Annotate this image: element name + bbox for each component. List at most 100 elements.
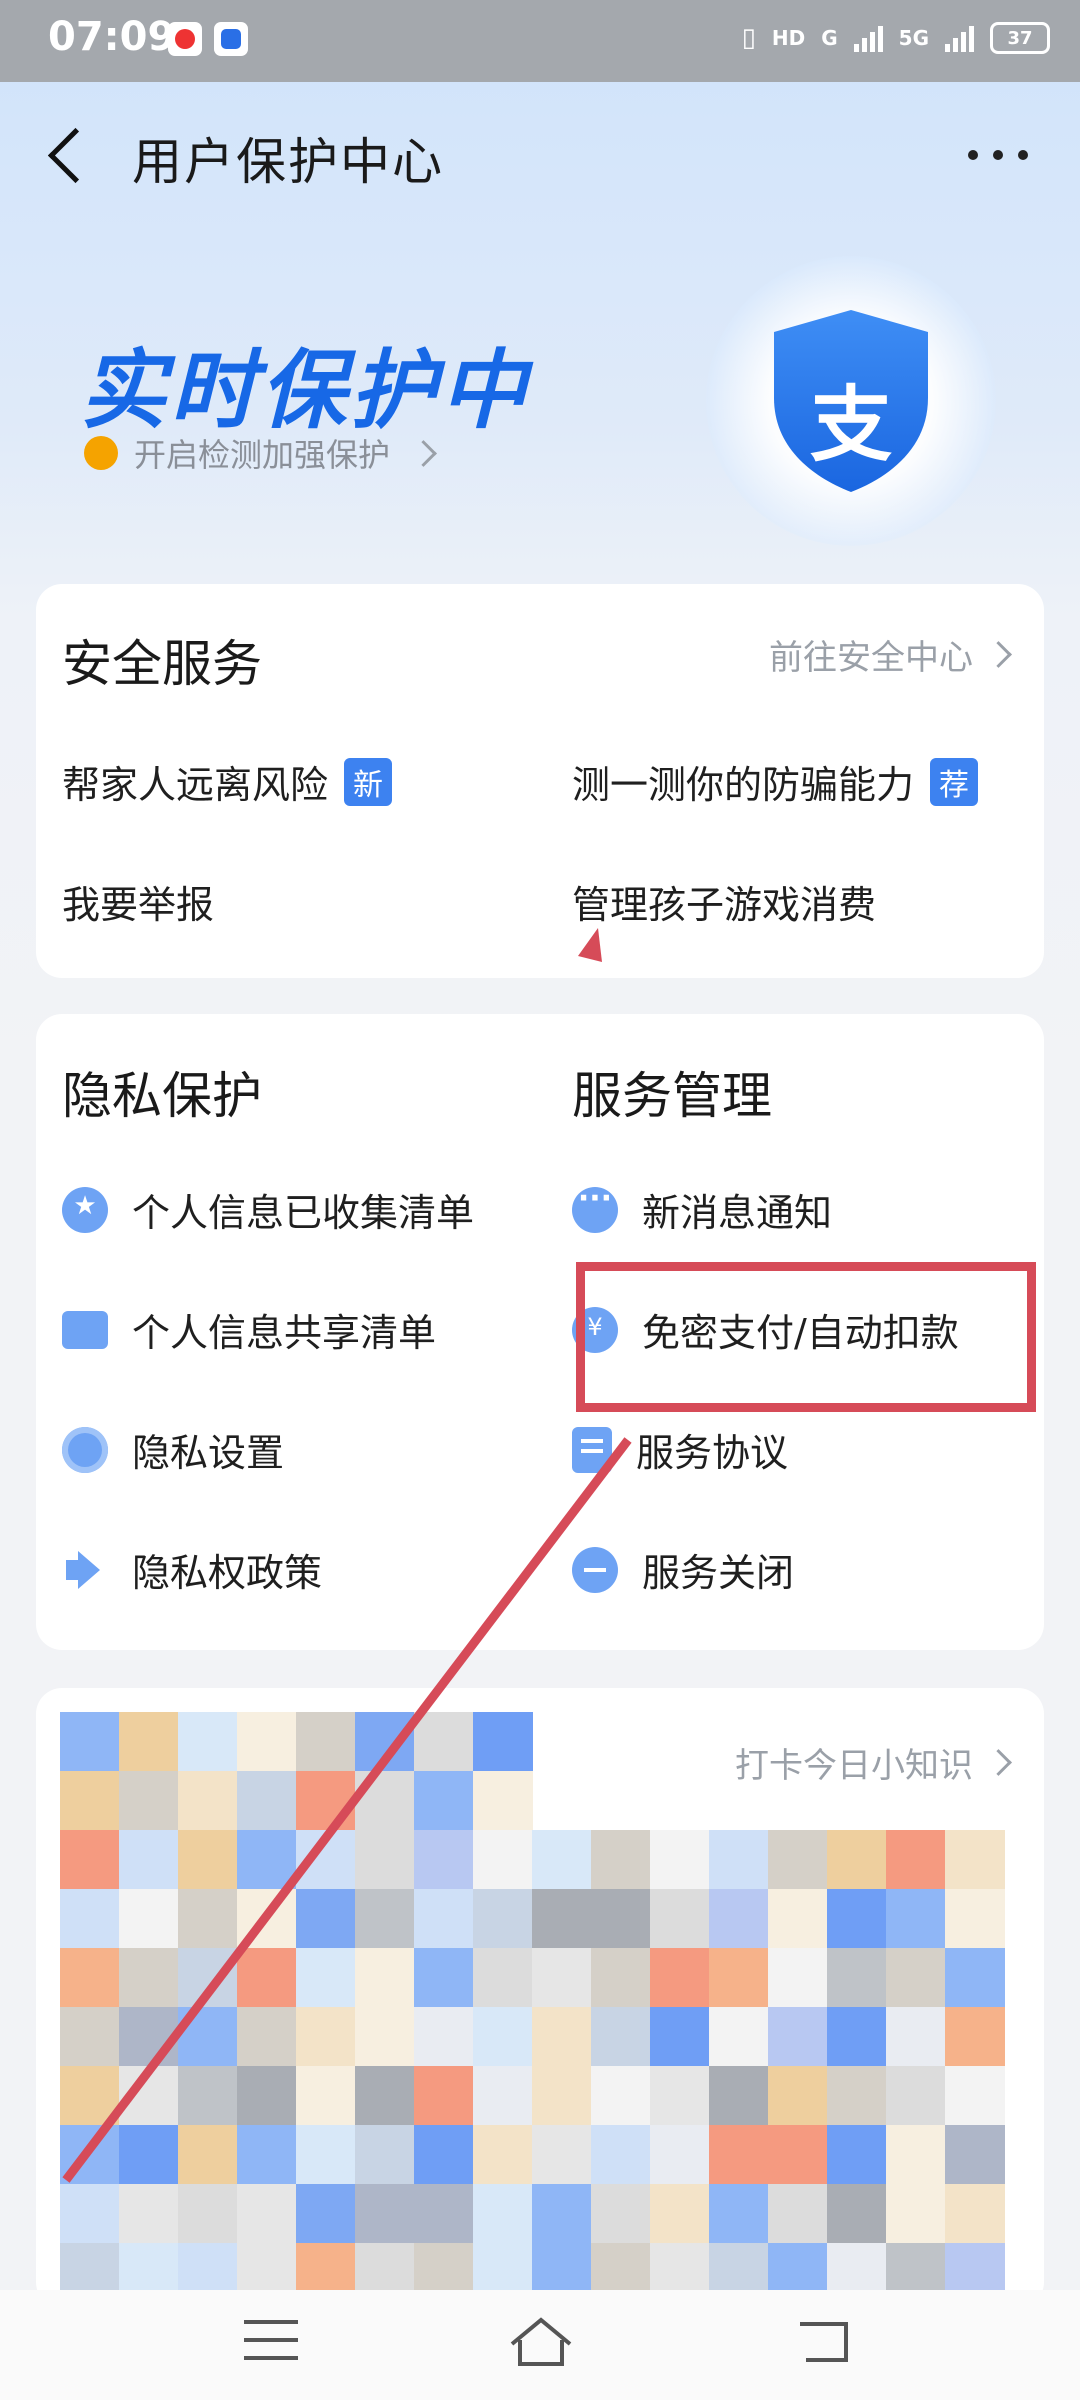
vibrate-icon: ▯: [741, 23, 756, 53]
blur-cell: [296, 1712, 356, 1772]
blur-cell: [827, 1889, 887, 1949]
protect-family-item[interactable]: 帮家人远离风险 新: [62, 754, 393, 809]
privacy-settings-item[interactable]: 隐私设置: [62, 1422, 284, 1477]
network-g-label: G: [821, 26, 838, 50]
blur-cell: [178, 1889, 238, 1949]
status-indicators: ▯ HD G 5G 37: [742, 22, 1050, 54]
blur-cell: [60, 2125, 120, 2185]
service-agreement-item[interactable]: 服务协议: [572, 1422, 788, 1477]
blur-cell: [355, 1889, 415, 1949]
blur-cell: [827, 2125, 887, 2185]
blur-cell: [237, 1830, 297, 1890]
annotation-highlight-box: [576, 1262, 1036, 1412]
back-nav-icon[interactable]: [796, 2320, 852, 2364]
blur-cell: [60, 2066, 120, 2126]
status-bar: 07:09 ▯ HD G 5G 37: [0, 0, 1080, 82]
report-item[interactable]: 我要举报: [62, 874, 214, 929]
blur-cell: [119, 1889, 179, 1949]
blur-cell: [650, 1830, 710, 1890]
chevron-right-icon: [985, 641, 1012, 668]
app-notification-icon: [168, 22, 202, 56]
chevron-right-icon: [410, 439, 437, 467]
message-notification-item[interactable]: 新消息通知: [572, 1181, 832, 1237]
blur-cell: [60, 1712, 120, 1772]
blur-cell: [296, 1771, 356, 1831]
blur-cell: [296, 2125, 356, 2185]
recommend-badge: 荐: [930, 757, 979, 806]
enable-detection-link[interactable]: 开启检测加强保护: [84, 430, 437, 476]
blur-cell: [591, 1830, 651, 1890]
blur-cell: [296, 1948, 356, 2008]
blur-cell: [119, 1712, 179, 1772]
blur-cell: [237, 1712, 297, 1772]
blur-cell: [178, 1948, 238, 2008]
blur-cell: [355, 2184, 415, 2244]
child-game-spend-label: 管理孩子游戏消费: [572, 883, 877, 927]
collected-info-list-label: 个人信息已收集清单: [132, 1191, 475, 1235]
blur-cell: [237, 1771, 297, 1831]
collected-info-list-item[interactable]: 个人信息已收集清单: [62, 1182, 474, 1237]
more-options-icon[interactable]: [968, 140, 1028, 170]
fraud-test-item[interactable]: 测一测你的防骗能力 荐: [572, 754, 979, 809]
chat-icon: [572, 1181, 618, 1233]
service-close-item[interactable]: 服务关闭: [572, 1542, 794, 1597]
blur-cell: [768, 1948, 828, 2008]
blur-cell: [591, 2125, 651, 2185]
blur-cell: [532, 1889, 592, 1949]
blur-cell: [414, 1889, 474, 1949]
privacy-policy-label: 隐私权政策: [132, 1551, 323, 1595]
blur-cell: [886, 1948, 946, 2008]
child-game-spend-item[interactable]: 管理孩子游戏消费: [572, 874, 876, 929]
blur-cell: [414, 2066, 474, 2126]
blur-cell: [178, 2007, 238, 2067]
blur-cell: [827, 2007, 887, 2067]
blur-cell: [355, 1712, 415, 1772]
blur-cell: [414, 2125, 474, 2185]
folder-icon: [62, 1310, 108, 1349]
report-label: 我要举报: [62, 883, 215, 927]
blur-cell: [119, 1948, 179, 2008]
blur-cell: [473, 1889, 533, 1949]
blur-cell: [709, 1948, 769, 2008]
blur-cell: [532, 1948, 592, 2008]
signal-icon: [853, 24, 883, 52]
blur-cell: [650, 2066, 710, 2126]
blur-cell: [886, 2007, 946, 2067]
blur-cell: [886, 2066, 946, 2126]
network-5g-label: 5G: [898, 26, 929, 50]
minus-icon: [572, 1546, 618, 1593]
blur-cell: [414, 1830, 474, 1890]
signal-icon: [945, 24, 974, 52]
privacy-policy-item[interactable]: 隐私权政策: [62, 1542, 322, 1597]
warning-dot-icon: [84, 436, 118, 470]
blur-cell: [237, 1948, 297, 2008]
system-nav-bar: [0, 2290, 1080, 2400]
blur-cell: [355, 1948, 415, 2008]
enable-detection-label: 开启检测加强保护: [134, 436, 391, 474]
blur-cell: [591, 1889, 651, 1949]
blur-cell: [60, 1771, 120, 1831]
blur-cell: [355, 1830, 415, 1890]
go-security-center-link[interactable]: 前往安全中心: [769, 630, 1012, 679]
blur-cell: [945, 2125, 1005, 2185]
back-button[interactable]: [44, 122, 94, 192]
gear-icon: [62, 1426, 108, 1473]
blur-cell: [650, 2125, 710, 2185]
blur-cell: [414, 2184, 474, 2244]
blur-cell: [237, 2007, 297, 2067]
menu-icon[interactable]: [244, 2320, 298, 2364]
security-services-card: 安全服务 前往安全中心 帮家人远离风险 新 测一测你的防骗能力 荐 我要举报 管…: [36, 584, 1044, 978]
service-management-title: 服务管理: [572, 1067, 772, 1125]
blur-cell: [650, 1948, 710, 2008]
blur-cell: [119, 1830, 179, 1890]
home-icon[interactable]: [508, 2314, 574, 2370]
blur-cell: [473, 2125, 533, 2185]
shared-info-list-item[interactable]: 个人信息共享清单: [62, 1302, 436, 1357]
blur-cell: [414, 1948, 474, 2008]
blur-cell: [532, 2125, 592, 2185]
blur-cell: [178, 1771, 238, 1831]
blur-cell: [768, 2184, 828, 2244]
blur-cell: [886, 2184, 946, 2244]
go-security-center-label: 前往安全中心: [769, 638, 973, 678]
blur-cell: [532, 2184, 592, 2244]
